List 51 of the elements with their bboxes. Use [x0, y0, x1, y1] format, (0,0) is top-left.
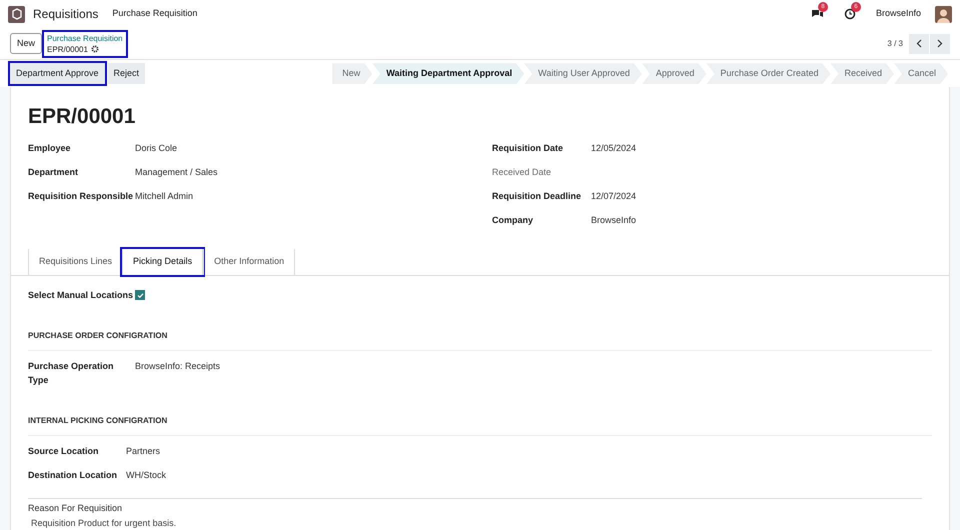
field-value[interactable]: 12/05/2024 — [591, 141, 636, 155]
field-value[interactable]: Mitchell Admin — [135, 189, 194, 203]
field-label: Company — [492, 214, 534, 227]
action-button[interactable]: Department Approve — [10, 63, 105, 84]
record-name: EPR/00001 — [47, 44, 88, 55]
field-value[interactable]: BrowseInfo: Receipts — [135, 359, 220, 373]
field-value[interactable]: BrowseInfo — [591, 213, 636, 227]
form-tab[interactable]: Picking Details — [122, 249, 204, 275]
field-label: Destination Location — [28, 469, 118, 482]
status-stage[interactable]: Received — [830, 63, 894, 84]
field-value[interactable]: Management / Sales — [135, 165, 218, 179]
field-label: Select Manual Locations — [28, 289, 134, 302]
reason-text[interactable]: Requisition Product for urgent basis. — [31, 516, 922, 530]
breadcrumb-link[interactable]: Purchase Requisition — [47, 32, 123, 44]
record-title: EPR/00001 — [28, 104, 136, 130]
clock-icon[interactable] — [844, 8, 856, 20]
chevron-left-icon — [916, 39, 922, 48]
field-label: Requisition Deadline — [492, 190, 582, 203]
field-value[interactable]: Partners — [126, 444, 160, 458]
menu-item[interactable]: Purchase Requisition — [112, 7, 198, 21]
status-stage[interactable]: Approved — [642, 63, 706, 84]
field-label: Reason For Requisition — [28, 502, 124, 515]
app-logo-icon[interactable] — [8, 6, 25, 23]
field-value[interactable]: Doris Cole — [135, 141, 178, 155]
next-button[interactable] — [930, 34, 950, 54]
field-label: Employee — [28, 142, 72, 155]
action-button[interactable]: Reject — [108, 63, 146, 84]
field-label: Requisition Responsible — [28, 190, 134, 203]
status-stage[interactable]: Waiting User Approved — [524, 63, 642, 84]
field-value[interactable]: WH/Stock — [126, 468, 166, 482]
status-stage[interactable]: Purchase Order Created — [706, 63, 830, 84]
previous-button[interactable] — [909, 34, 929, 54]
section-heading: PURCHASE ORDER CONFIGRATION — [28, 331, 168, 340]
field-label: Source Location — [28, 445, 100, 458]
app-name[interactable]: Requisitions — [33, 5, 98, 24]
checkbox[interactable] — [135, 290, 145, 300]
new-button[interactable]: New — [10, 33, 42, 54]
field-label: Requisition Date — [492, 142, 564, 155]
field-label: Department — [28, 166, 80, 179]
pager-counter: 3 / 3 — [887, 38, 903, 50]
section-heading: INTERNAL PICKING CONFIGRATION — [28, 416, 168, 425]
field-value[interactable]: 12/07/2024 — [591, 189, 636, 203]
status-stage[interactable]: Cancel — [894, 63, 948, 84]
status-stage[interactable]: Waiting Department Approval — [372, 63, 524, 84]
chevron-right-icon — [937, 39, 943, 48]
field-label: Purchase Operation Type — [28, 360, 115, 387]
avatar-icon[interactable] — [935, 6, 952, 23]
status-stage[interactable]: New — [332, 63, 372, 84]
company-name[interactable]: BrowseInfo — [876, 7, 921, 21]
form-tab[interactable]: Other Information — [203, 249, 296, 275]
field-label: Received Date — [492, 166, 552, 179]
